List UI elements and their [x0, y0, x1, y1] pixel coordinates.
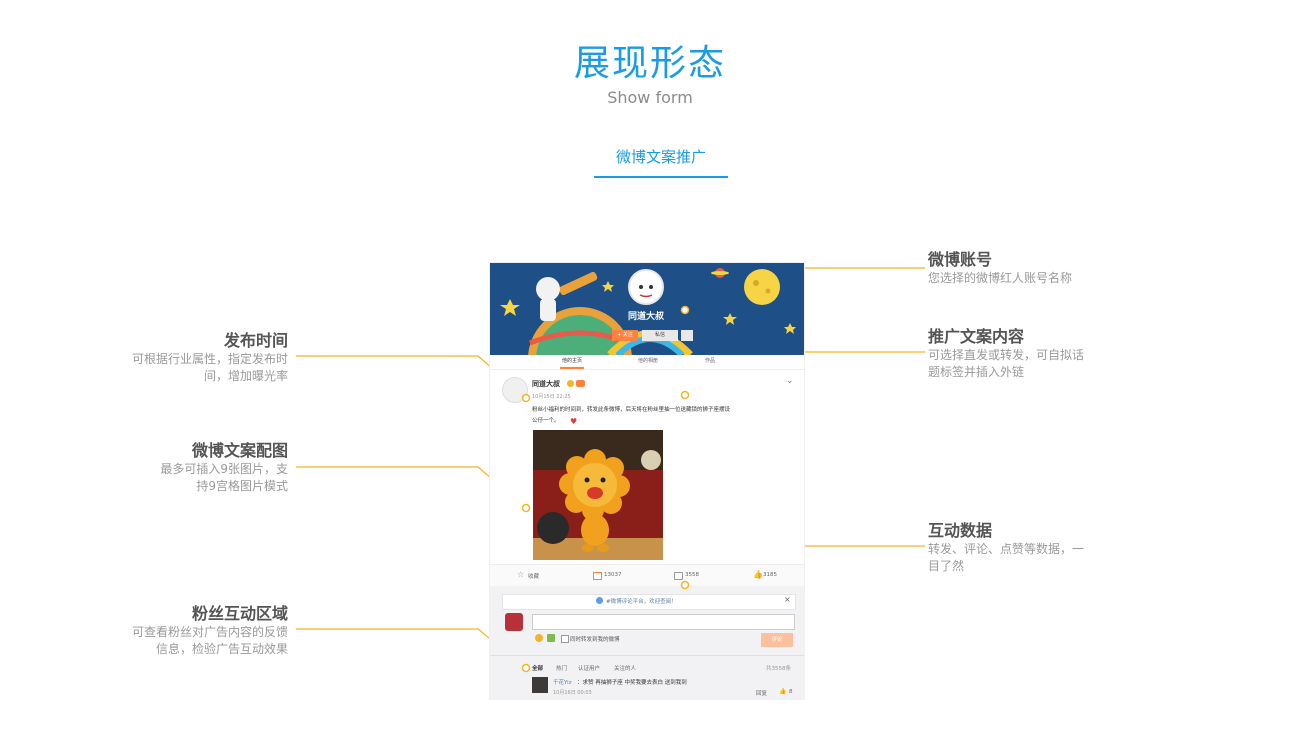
callout-dots	[521, 305, 690, 673]
